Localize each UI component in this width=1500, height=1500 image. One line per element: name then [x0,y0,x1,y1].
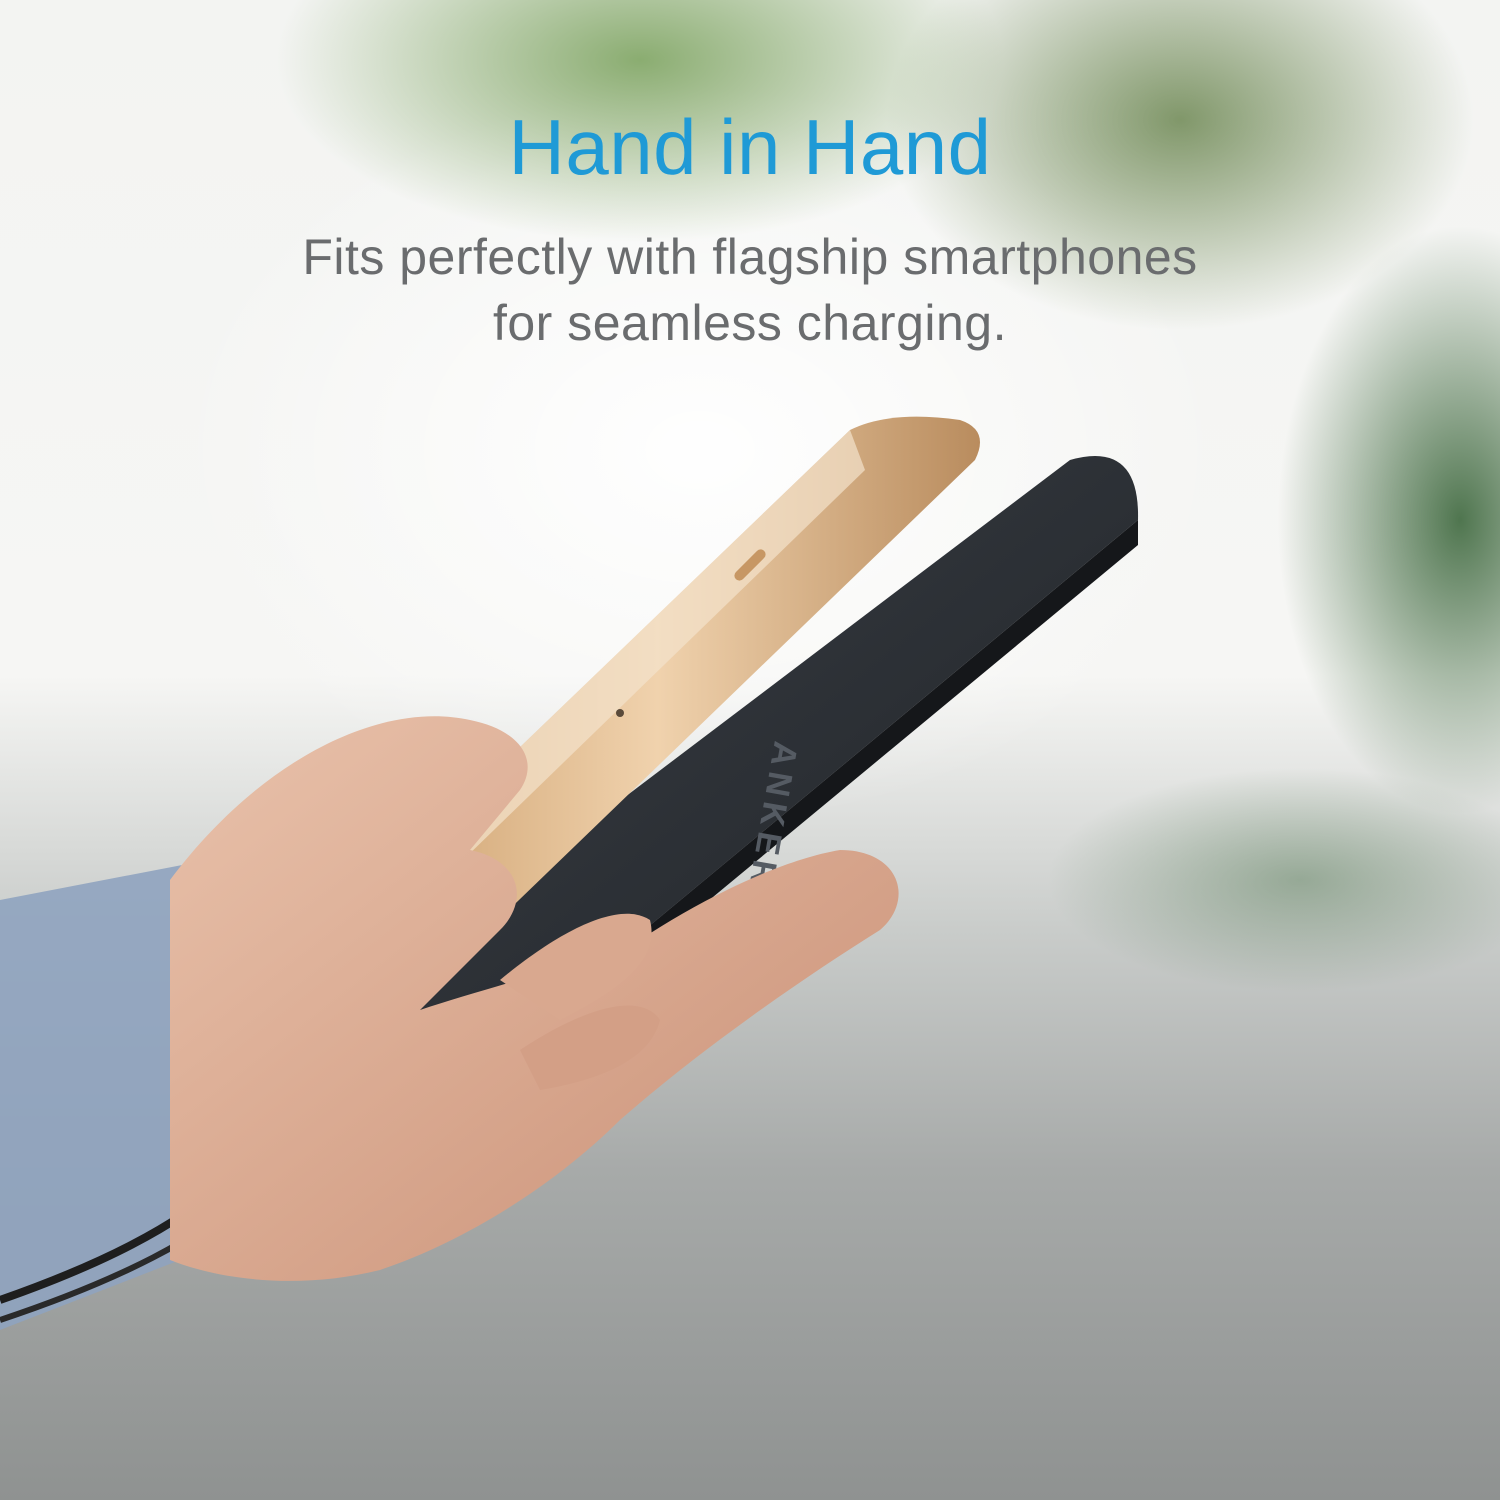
subheadline: Fits perfectly with flagship smartphones… [0,224,1500,356]
subheadline-line-2: for seamless charging. [492,295,1007,351]
headline: Hand in Hand [508,103,992,191]
subheadline-line-1: Fits perfectly with flagship smartphones [302,229,1198,285]
